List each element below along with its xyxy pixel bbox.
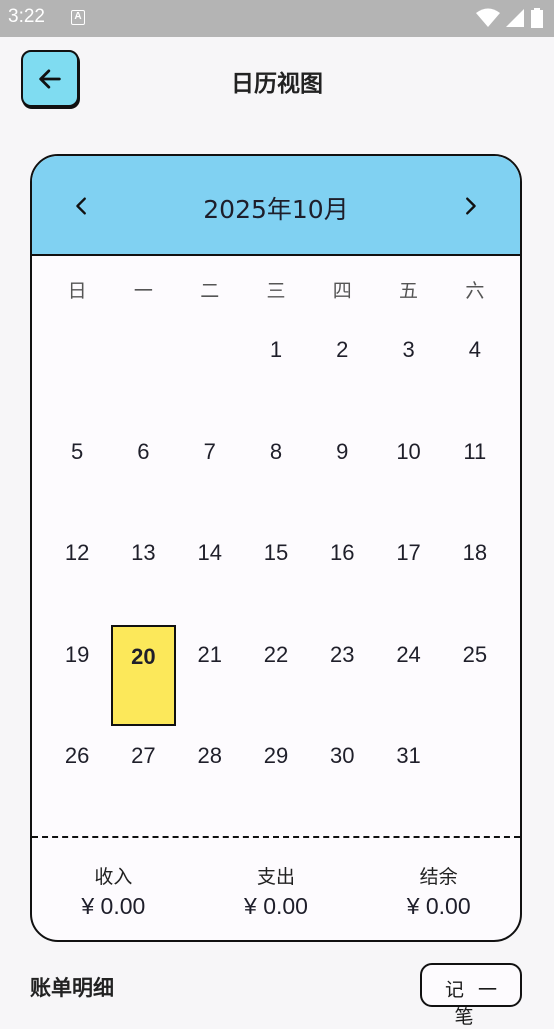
day-number: 5 (71, 438, 84, 464)
day-cell[interactable]: 31 (375, 726, 441, 828)
day-cell[interactable]: 11 (442, 422, 508, 524)
summary-row: 收入 ¥ 0.00 支出 ¥ 0.00 结余 ¥ 0.00 (32, 836, 520, 940)
section-title: 账单明细 (30, 976, 114, 1000)
day-number: 3 (402, 337, 415, 362)
balance-value: ¥ 0.00 (406, 893, 471, 919)
days-grid: 1 2 3 4 5 6 7 8 9 10 11 12 13 14 15 16 17 18 19 20 21 22 23 24 2… (44, 320, 508, 828)
expense-value: ¥ 0.00 (244, 893, 308, 919)
page-title: 日历视图 (231, 71, 323, 97)
day-cell[interactable]: 7 (177, 422, 243, 524)
add-record-button[interactable]: 记一笔 (420, 963, 522, 1028)
day-cell[interactable]: 21 (177, 625, 243, 727)
day-number: 13 (131, 540, 156, 565)
day-number: 7 (203, 438, 216, 464)
day-cell[interactable]: 26 (44, 726, 110, 828)
next-month-button[interactable] (450, 186, 490, 226)
day-cell[interactable]: 23 (309, 625, 375, 727)
calendar-header: 2025年10月 (32, 156, 520, 256)
day-number: 21 (197, 641, 222, 667)
weekday-sat: 六 (465, 280, 485, 302)
day-cell[interactable]: 29 (243, 726, 309, 828)
day-cell[interactable]: 6 (110, 422, 176, 524)
day-cell[interactable]: 30 (309, 726, 375, 828)
day-number: 9 (336, 438, 349, 464)
month-title: 2025年10月 (203, 195, 349, 224)
day-cell[interactable]: 16 (309, 523, 375, 625)
day-number: 2 (336, 337, 349, 362)
day-cell[interactable]: 28 (177, 726, 243, 828)
day-cell[interactable]: 24 (375, 625, 441, 727)
day-number: 8 (269, 438, 283, 464)
day-number: 28 (197, 743, 222, 768)
wifi-icon (475, 8, 500, 27)
status-icons (475, 8, 544, 28)
day-number: 29 (263, 743, 289, 768)
day-number: 16 (330, 540, 355, 565)
day-number: 1 (269, 337, 283, 362)
weekday-mon: 一 (133, 280, 153, 302)
weekday-wed: 三 (266, 280, 286, 302)
weekday-row: 日 一 二 三 四 五 六 (44, 276, 508, 306)
day-cell[interactable]: 19 (44, 625, 110, 727)
weekday-sun: 日 (67, 280, 87, 302)
day-cell[interactable]: 5 (44, 422, 110, 524)
day-cell[interactable]: 9 (309, 422, 375, 524)
balance-label: 结余 (419, 866, 458, 888)
day-cell-selected[interactable]: 20 (110, 624, 176, 727)
day-number: 18 (462, 540, 488, 565)
day-number: 11 (463, 438, 487, 464)
expense-label: 支出 (256, 866, 295, 888)
day-cell[interactable]: 8 (243, 422, 309, 524)
day-number: 31 (396, 743, 421, 768)
day-cell[interactable]: 27 (110, 726, 176, 828)
day-cell[interactable]: 25 (442, 625, 508, 727)
day-cell[interactable]: 18 (442, 523, 508, 625)
day-number: 10 (396, 438, 421, 464)
day-cell[interactable]: 1 (243, 320, 309, 422)
weekday-tue: 二 (200, 280, 220, 302)
day-cell[interactable]: 14 (177, 523, 243, 625)
day-number: 6 (137, 438, 150, 464)
day-cell[interactable]: 3 (375, 320, 441, 422)
day-number: 17 (396, 540, 421, 565)
day-number: 27 (131, 743, 156, 768)
balance-summary: 结余 ¥ 0.00 (357, 838, 520, 940)
day-number: 20 (131, 643, 156, 669)
day-cell[interactable]: 4 (442, 320, 508, 422)
day-cell[interactable]: 13 (110, 523, 176, 625)
status-bar: 3:22 A (0, 0, 554, 37)
day-number: 19 (64, 641, 90, 667)
day-number: 15 (263, 540, 289, 565)
income-summary: 收入 ¥ 0.00 (32, 838, 195, 940)
status-time: 3:22 (8, 6, 45, 27)
battery-icon (531, 8, 543, 28)
day-cell[interactable]: 22 (243, 625, 309, 727)
expense-summary: 支出 ¥ 0.00 (195, 838, 358, 940)
day-number: 12 (64, 540, 90, 565)
empty-day-cell (110, 320, 176, 422)
weekday-fri: 五 (399, 280, 419, 302)
chevron-right-icon (466, 197, 476, 215)
signal-icon (505, 9, 524, 27)
day-cell[interactable]: 17 (375, 523, 441, 625)
income-value: ¥ 0.00 (81, 893, 146, 919)
day-number: 30 (330, 743, 355, 768)
empty-day-cell (177, 320, 243, 422)
weekday-thu: 四 (332, 280, 352, 302)
day-number: 22 (263, 641, 289, 667)
a-icon: A (71, 10, 85, 25)
day-number: 4 (468, 337, 481, 362)
day-cell[interactable]: 10 (375, 422, 441, 524)
day-number: 25 (462, 641, 488, 667)
day-cell[interactable]: 12 (44, 523, 110, 625)
empty-day-cell (44, 320, 110, 422)
day-number: 23 (330, 641, 355, 667)
day-number: 24 (396, 641, 421, 667)
day-number: 14 (197, 540, 222, 565)
day-cell[interactable]: 2 (309, 320, 375, 422)
income-label: 收入 (94, 866, 133, 888)
day-number: 26 (64, 743, 90, 768)
calendar-card: 2025年10月 日 一 二 三 四 五 六 1 2 3 4 5 6 7 8 9 10 11 12 13… (30, 154, 522, 942)
day-cell[interactable]: 15 (243, 523, 309, 625)
